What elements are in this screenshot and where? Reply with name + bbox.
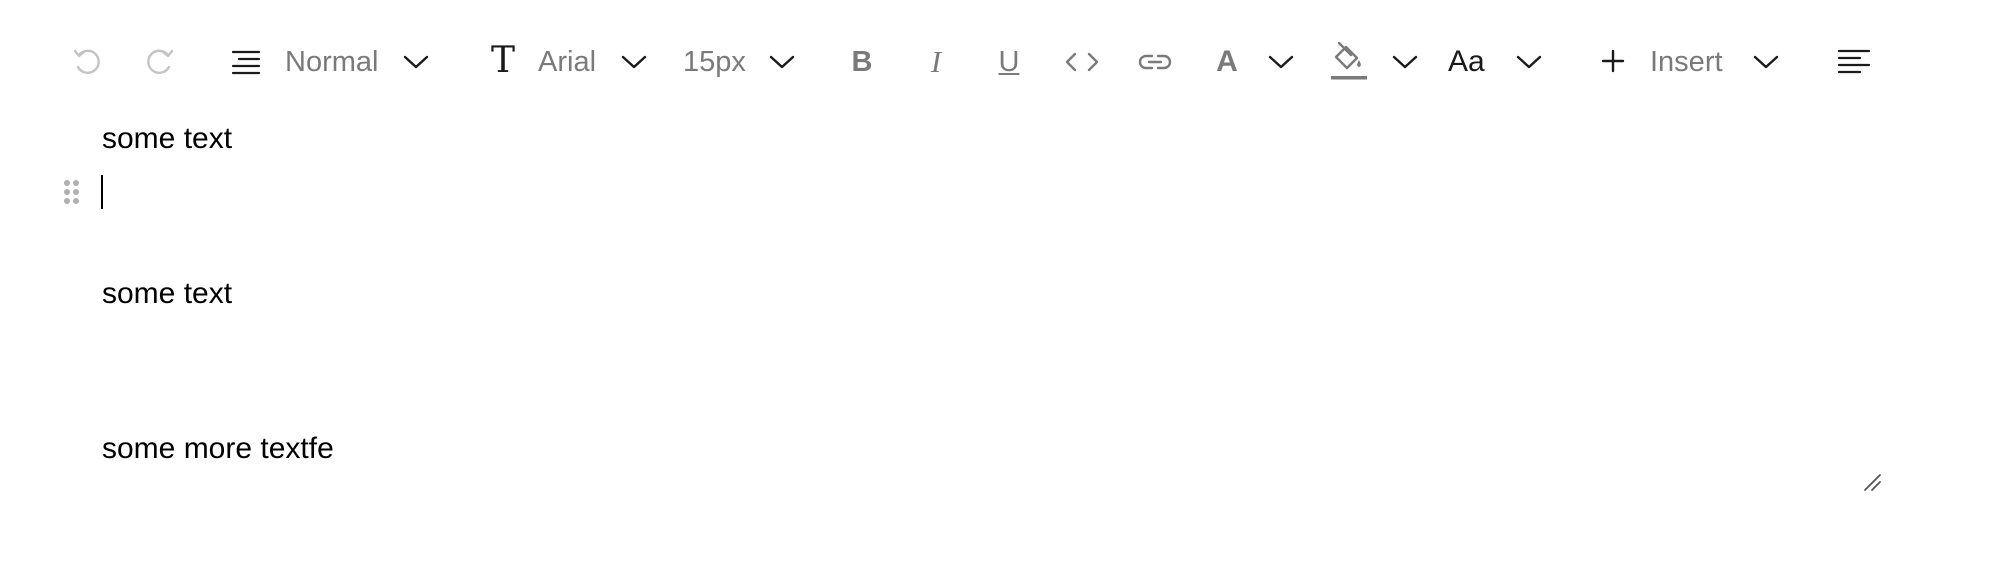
italic-button[interactable]: I [917, 43, 955, 81]
undo-icon [73, 49, 100, 74]
redo-icon [147, 49, 174, 74]
code-icon [1065, 52, 1099, 72]
drag-handle-icon[interactable] [62, 179, 82, 210]
insert-label: Insert [1650, 46, 1723, 78]
code-button[interactable] [1063, 43, 1101, 81]
chevron-down-icon [400, 46, 432, 78]
text-cursor [101, 175, 103, 209]
align-button[interactable] [1834, 43, 1874, 81]
bold-label: B [851, 45, 873, 78]
font-color-dropdown[interactable]: A [1209, 40, 1299, 84]
font-color-label: A [1216, 45, 1238, 78]
font-T-icon: T [490, 40, 515, 81]
chevron-down-icon [1513, 46, 1545, 78]
undo-button[interactable] [68, 43, 106, 81]
font-size-dropdown[interactable]: 15px [683, 40, 800, 84]
paragraph-lines-icon [228, 44, 264, 80]
redo-button[interactable] [141, 43, 179, 81]
font-color-icon: A [1209, 43, 1245, 81]
editor-toolbar: Normal T Arial 15px B I U A Aa Insert [0, 0, 1920, 121]
paragraph[interactable]: some more textfe [102, 431, 334, 467]
align-left-icon [1837, 49, 1871, 74]
chevron-down-icon [1750, 46, 1782, 78]
resize-handle-icon[interactable] [1863, 473, 1883, 498]
link-button[interactable] [1135, 43, 1175, 81]
chevron-down-icon [618, 46, 650, 78]
plus-icon [1598, 46, 1628, 76]
italic-label: I [930, 44, 942, 79]
paragraph[interactable]: some text [102, 121, 232, 157]
font-family-label: Arial [538, 46, 597, 78]
underline-button[interactable]: U [990, 43, 1028, 81]
text-case-dropdown[interactable]: Aa [1448, 40, 1548, 84]
block-type-label: Normal [285, 46, 379, 78]
editor-content[interactable]: some text some text some more textfe [0, 121, 1920, 521]
underline-label: U [998, 45, 1020, 78]
insert-dropdown[interactable]: Insert [1598, 40, 1783, 84]
chevron-down-icon [1389, 46, 1421, 78]
paint-bucket-icon [1329, 40, 1369, 84]
font-family-dropdown[interactable]: T Arial [486, 40, 651, 84]
link-icon [1138, 54, 1172, 70]
text-case-label: Aa [1448, 45, 1485, 78]
bg-color-dropdown[interactable] [1329, 40, 1423, 84]
block-type-dropdown[interactable]: Normal [228, 40, 433, 84]
paragraph[interactable]: some text [102, 276, 232, 312]
chevron-down-icon [1265, 46, 1297, 78]
chevron-down-icon [766, 46, 798, 78]
font-size-label: 15px [683, 46, 746, 78]
bold-button[interactable]: B [843, 43, 881, 81]
